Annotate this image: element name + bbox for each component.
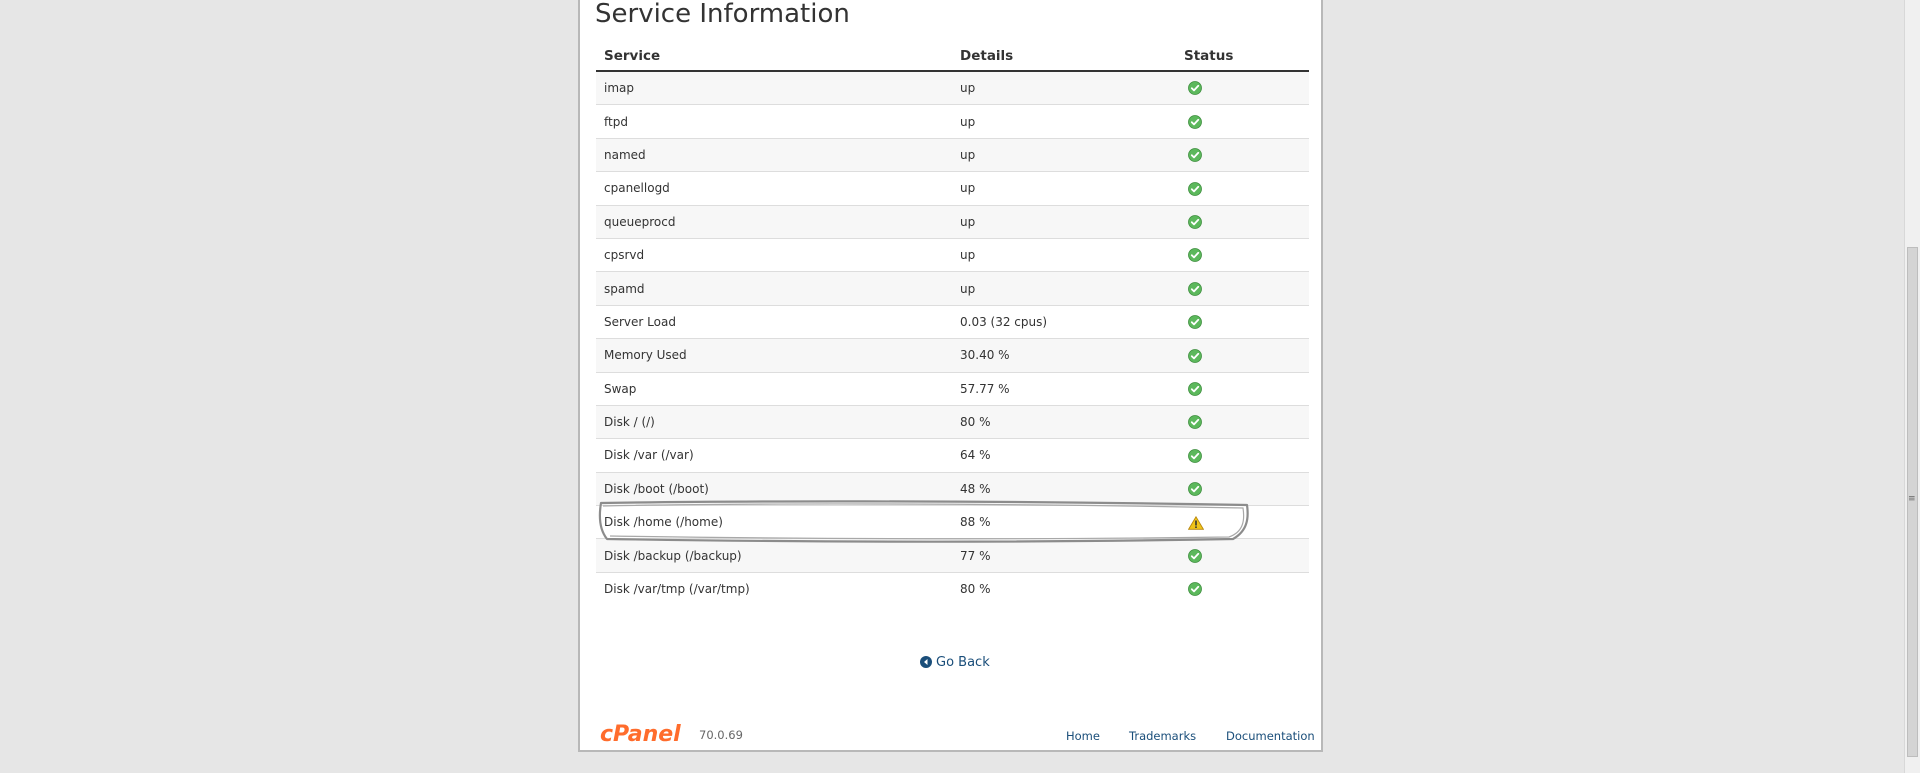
page-title: Service Information	[595, 0, 850, 29]
table-row: imap up	[596, 70, 1309, 105]
table-row: queueprocd up	[596, 204, 1309, 239]
check-circle-icon	[1188, 482, 1202, 497]
check-circle-icon	[1188, 81, 1202, 96]
service-details: 88 %	[952, 505, 1176, 539]
service-details: up	[952, 70, 1176, 105]
content-panel: Service Information Service Details Stat…	[578, 0, 1323, 752]
service-name: Disk / (/)	[596, 404, 952, 439]
service-status	[1176, 571, 1309, 606]
service-details: up	[952, 237, 1176, 272]
service-name: Disk /backup (/backup)	[596, 538, 952, 573]
service-status	[1176, 70, 1309, 105]
table-header-row: Service Details Status	[596, 41, 1309, 72]
service-details: up	[952, 104, 1176, 139]
version-label: 70.0.69	[699, 728, 743, 742]
service-details: up	[952, 171, 1176, 206]
service-status	[1176, 438, 1309, 473]
service-status	[1176, 171, 1309, 206]
check-circle-icon	[1188, 448, 1202, 463]
vertical-scrollbar[interactable]: ≡	[1904, 0, 1920, 773]
check-circle-icon	[1188, 382, 1202, 396]
service-name: Swap	[596, 371, 952, 406]
table-row: Disk /var (/var) 64 %	[596, 438, 1309, 473]
service-details: up	[952, 271, 1176, 306]
service-details: 80 %	[952, 404, 1176, 439]
cpanel-logo[interactable]: cPanel	[598, 721, 694, 747]
service-name: Disk /var/tmp (/var/tmp)	[596, 571, 952, 606]
table-row: Disk /var/tmp (/var/tmp) 80 %	[596, 571, 1309, 606]
footer-link-home[interactable]: Home	[1066, 729, 1100, 743]
service-details: 77 %	[952, 538, 1176, 573]
service-details: up	[952, 137, 1176, 172]
table-row: named up	[596, 137, 1309, 172]
service-details: 48 %	[952, 471, 1176, 506]
check-circle-icon	[1188, 582, 1202, 597]
table-row: Disk /boot (/boot) 48 %	[596, 471, 1309, 506]
footer-link-trademarks[interactable]: Trademarks	[1129, 729, 1196, 743]
service-name: ftpd	[596, 104, 952, 139]
service-status	[1176, 338, 1309, 373]
service-details: 64 %	[952, 438, 1176, 473]
go-back-label: Go Back	[936, 655, 990, 670]
service-details: 57.77 %	[952, 371, 1176, 406]
svg-text:cPanel: cPanel	[600, 722, 681, 747]
table-row: Disk /home (/home) 88 %	[596, 505, 1309, 539]
column-header-service: Service	[596, 41, 952, 72]
table-row: spamd up	[596, 271, 1309, 306]
service-status	[1176, 404, 1309, 439]
table-row: ftpd up	[596, 104, 1309, 139]
service-status	[1176, 237, 1309, 272]
table-row: cpanellogd up	[596, 171, 1309, 206]
service-status	[1176, 371, 1309, 406]
service-status	[1176, 471, 1309, 506]
table-row: Swap 57.77 %	[596, 371, 1309, 406]
service-name: Disk /boot (/boot)	[596, 471, 952, 506]
go-back-link[interactable]: Go Back	[920, 655, 990, 670]
check-circle-icon	[1188, 348, 1202, 363]
arrow-circle-left-icon	[920, 656, 932, 668]
service-details: 30.40 %	[952, 338, 1176, 373]
service-status	[1176, 204, 1309, 239]
footer: cPanel 70.0.69 Home Trademarks Documenta…	[598, 721, 1318, 747]
footer-link-documentation[interactable]: Documentation	[1226, 729, 1315, 743]
check-circle-icon	[1188, 148, 1202, 163]
table-row: Server Load 0.03 (32 cpus)	[596, 304, 1309, 339]
service-status	[1176, 505, 1309, 539]
table-row: Memory Used 30.40 %	[596, 338, 1309, 373]
service-status	[1176, 304, 1309, 339]
table-row: Disk /backup (/backup) 77 %	[596, 538, 1309, 573]
scrollbar-grip-icon: ≡	[1908, 494, 1916, 504]
table-row: Disk / (/) 80 %	[596, 404, 1309, 439]
service-table: Service Details Status imap up ftpd up named…	[596, 41, 1309, 606]
service-status	[1176, 104, 1309, 139]
column-header-status: Status	[1176, 41, 1309, 72]
check-circle-icon	[1188, 549, 1202, 563]
service-name: Server Load	[596, 304, 952, 339]
service-name: queueprocd	[596, 204, 952, 239]
warning-triangle-icon	[1188, 515, 1204, 530]
service-name: cpsrvd	[596, 237, 952, 272]
service-name: Disk /var (/var)	[596, 438, 952, 473]
check-circle-icon	[1188, 181, 1202, 196]
service-status	[1176, 137, 1309, 172]
check-circle-icon	[1188, 215, 1202, 229]
service-name: Disk /home (/home)	[596, 505, 952, 539]
service-status	[1176, 538, 1309, 573]
column-header-details: Details	[952, 41, 1176, 72]
service-status	[1176, 271, 1309, 306]
check-circle-icon	[1188, 415, 1202, 430]
table-row: cpsrvd up	[596, 237, 1309, 272]
service-details: up	[952, 204, 1176, 239]
service-name: Memory Used	[596, 338, 952, 373]
service-details: 0.03 (32 cpus)	[952, 304, 1176, 339]
check-circle-icon	[1188, 248, 1202, 263]
check-circle-icon	[1188, 315, 1202, 330]
service-name: cpanellogd	[596, 171, 952, 206]
service-name: imap	[596, 70, 952, 105]
service-name: spamd	[596, 271, 952, 306]
service-name: named	[596, 137, 952, 172]
service-details: 80 %	[952, 571, 1176, 606]
check-circle-icon	[1188, 281, 1202, 296]
check-circle-icon	[1188, 114, 1202, 129]
